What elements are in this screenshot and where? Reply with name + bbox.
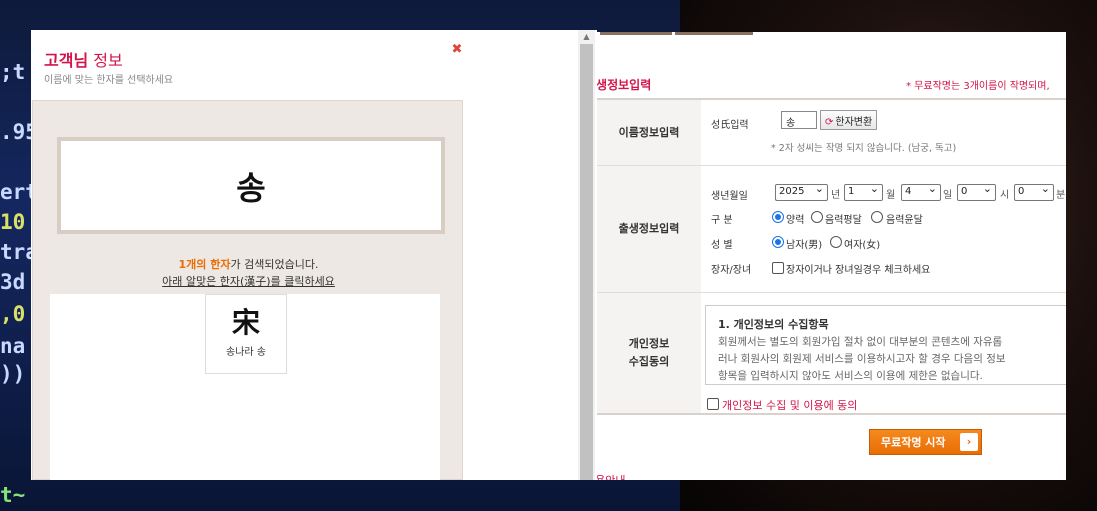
surname-note: * 2자 성씨는 작명 되지 않습니다. (남궁, 독고) bbox=[771, 143, 957, 154]
privacy-agree-checkbox[interactable] bbox=[707, 398, 719, 410]
popup-title-bold: 고객님 bbox=[44, 51, 89, 70]
calendar-radio-leap[interactable] bbox=[871, 211, 883, 223]
birth-section-header: 출생정보입력 bbox=[597, 166, 701, 292]
search-result-summary: 1개의 한자가 검색되었습니다. bbox=[33, 256, 464, 272]
privacy-text-line: 회원께서는 별도의 회원가입 절차 없이 대부분의 콘텐츠에 자유롭 bbox=[718, 336, 1003, 348]
privacy-terms-box[interactable]: 1. 개인정보의 수집항목 회원께서는 별도의 회원가입 절차 없이 대부분의 … bbox=[705, 305, 1066, 385]
section-title: 출생정보입력 bbox=[597, 78, 652, 92]
minute-unit: 분 bbox=[1056, 190, 1066, 201]
click-instruction: 아래 알맞은 한자(漢子)를 클릭하세요 bbox=[162, 275, 335, 288]
vertical-scrollbar[interactable]: ▲ bbox=[578, 30, 595, 480]
minute-select[interactable]: 0 bbox=[1014, 182, 1054, 201]
hour-select[interactable]: 0 bbox=[957, 182, 996, 201]
calendar-option-label: 양력 bbox=[786, 215, 805, 226]
hanja-convert-button[interactable]: ⟳ 한자변환 bbox=[820, 110, 878, 130]
month-select[interactable]: 1 bbox=[844, 182, 883, 201]
start-naming-button[interactable]: 무료작명 시작 › bbox=[869, 429, 982, 455]
bg-code-line: 10 bbox=[0, 210, 26, 234]
year-select[interactable]: 2025 bbox=[775, 182, 828, 201]
hanja-results-area: 宋 송나라 송 bbox=[50, 294, 440, 480]
customer-info-popup: 고객님 정보 이름에 맞는 한자를 선택하세요 ✖ 송 1개의 한자가 검색되었… bbox=[31, 30, 597, 480]
bg-code-line: 3d bbox=[0, 270, 26, 294]
scroll-up-icon[interactable]: ▲ bbox=[578, 30, 595, 44]
popup-title-rest: 정보 bbox=[88, 51, 123, 70]
day-select[interactable]: 4 bbox=[901, 182, 941, 201]
bottom-link[interactable]: 사용안내 bbox=[597, 472, 625, 480]
eldest-checkbox[interactable] bbox=[772, 262, 784, 274]
privacy-agree-label: 개인정보 수집 및 이용에 동의 bbox=[722, 399, 858, 412]
top-tab[interactable] bbox=[600, 32, 672, 35]
name-display: 송 bbox=[57, 137, 445, 234]
naming-form-window: 출생정보입력 * 무료작명는 3개이름이 작명되며, 이름정보입력 성氏입력 송… bbox=[597, 32, 1066, 480]
calendar-radio-solar[interactable] bbox=[772, 211, 784, 223]
popup-body: 송 1개의 한자가 검색되었습니다. 아래 알맞은 한자(漢子)를 클릭하세요 … bbox=[32, 100, 463, 480]
calendar-label: 구 분 bbox=[711, 215, 733, 226]
calendar-option-label: 음력윤달 bbox=[886, 215, 923, 226]
bg-code-line: ;t bbox=[0, 60, 26, 84]
top-tab[interactable] bbox=[675, 32, 753, 35]
popup-subtitle: 이름에 맞는 한자를 선택하세요 bbox=[44, 75, 174, 86]
bg-code-line: ,0 bbox=[0, 302, 26, 326]
calendar-option-label: 음력평달 bbox=[825, 215, 862, 226]
hour-unit: 시 bbox=[1000, 190, 1010, 201]
notice-text: * 무료작명는 3개이름이 작명되며, bbox=[906, 81, 1050, 92]
gender-option-label: 여자(女) bbox=[844, 240, 881, 251]
start-naming-label: 무료작명 시작 bbox=[881, 436, 946, 449]
privacy-box-title: 1. 개인정보의 수집항목 bbox=[718, 318, 829, 331]
gender-label: 성 별 bbox=[711, 240, 733, 251]
calendar-radio-lunar[interactable] bbox=[811, 211, 823, 223]
gender-radio-male[interactable] bbox=[772, 236, 784, 248]
bg-code-line: )) bbox=[0, 362, 26, 386]
scrollbar-thumb[interactable] bbox=[580, 44, 593, 480]
month-unit: 월 bbox=[886, 190, 896, 201]
privacy-text-line: 항목을 입력하시지 않아도 서비스의 이용에 제한은 없습니다. bbox=[718, 370, 983, 382]
chevron-right-icon: › bbox=[960, 433, 978, 451]
birthdate-label: 생년월일 bbox=[711, 191, 748, 202]
hanja-character: 宋 bbox=[231, 306, 260, 339]
found-count: 1개의 한자 bbox=[178, 258, 231, 271]
gender-option-label: 남자(男) bbox=[786, 240, 823, 251]
bg-code-line: na bbox=[0, 334, 26, 358]
gender-radio-female[interactable] bbox=[830, 236, 842, 248]
refresh-icon: ⟳ bbox=[825, 117, 834, 128]
found-rest: 가 검색되었습니다. bbox=[230, 258, 319, 271]
day-unit: 일 bbox=[943, 190, 953, 201]
bg-code-line: t~ bbox=[0, 483, 26, 507]
eldest-checkbox-label: 장자이거나 장녀일경우 체크하세요 bbox=[786, 265, 931, 276]
hanja-option-card[interactable]: 宋 송나라 송 bbox=[205, 294, 287, 374]
divider bbox=[597, 413, 1066, 415]
hanja-meaning: 송나라 송 bbox=[226, 347, 266, 358]
privacy-header-line: 개인정보 bbox=[628, 337, 670, 351]
surname-input[interactable]: 송 bbox=[781, 111, 817, 129]
hanja-convert-label: 한자변환 bbox=[835, 117, 873, 128]
privacy-text-line: 러나 회원사의 회원제 서비스를 이용하시고자 할 경우 다음의 정보 bbox=[718, 353, 1006, 365]
close-icon[interactable]: ✖ bbox=[451, 43, 463, 56]
year-unit: 년 bbox=[831, 190, 841, 201]
popup-title: 고객님 정보 bbox=[44, 47, 123, 71]
surname-label: 성氏입력 bbox=[711, 120, 749, 131]
privacy-section-header: 개인정보 수집동의 bbox=[597, 293, 701, 413]
eldest-label: 장자/장녀 bbox=[711, 265, 752, 276]
privacy-header-line: 수집동의 bbox=[628, 355, 670, 368]
name-section-header: 이름정보입력 bbox=[597, 100, 701, 165]
